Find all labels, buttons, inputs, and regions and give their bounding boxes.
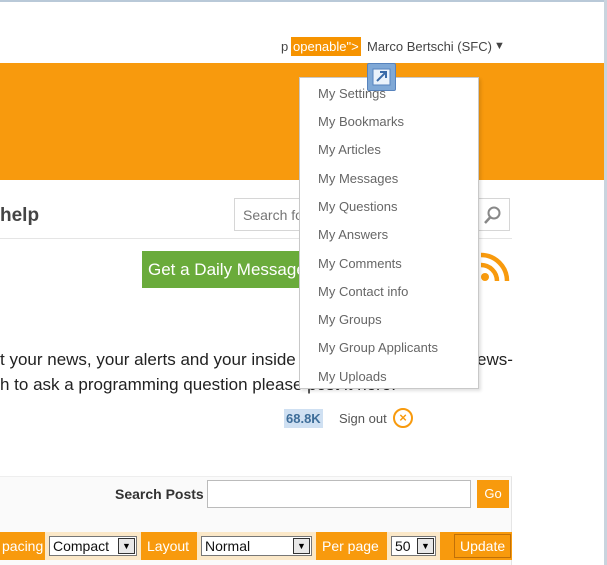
go-button[interactable]: Go <box>477 480 509 508</box>
layout-select[interactable]: Normal ▼ <box>201 536 312 556</box>
per-page-select-value: 50 <box>395 538 411 554</box>
member-name-link[interactable]: Marco Bertschi (SFC) <box>367 39 492 54</box>
rss-icon[interactable] <box>479 251 511 283</box>
member-dropdown-menu: My Settings My Bookmarks My Articles My … <box>299 77 479 389</box>
menu-item-articles[interactable]: My Articles <box>318 142 381 157</box>
spacing-select-value: Compact <box>53 538 110 554</box>
layout-select-value: Normal <box>205 538 251 554</box>
search-posts-label: Search Posts <box>115 486 204 502</box>
spacing-select[interactable]: Compact ▼ <box>49 536 137 556</box>
per-page-select[interactable]: 50 ▼ <box>391 536 436 556</box>
spacing-label: pacing <box>0 532 45 560</box>
reputation-badge[interactable]: 68.8K <box>284 409 323 428</box>
spacing-select-wrap: Compact ▼ <box>45 532 141 560</box>
chevron-down-icon: ▼ <box>417 538 434 554</box>
chevron-down-icon: ▼ <box>118 538 135 554</box>
close-icon[interactable]: × <box>393 408 413 428</box>
menu-item-questions[interactable]: My Questions <box>318 199 397 214</box>
menu-item-groups[interactable]: My Groups <box>318 312 382 327</box>
intro-text-line: t your news, your alerts and your inside <box>0 350 296 369</box>
member-highlight-snippet: openable"> <box>291 37 361 56</box>
search-posts-input[interactable] <box>207 480 471 508</box>
update-button[interactable]: Update <box>454 534 512 558</box>
search-icon <box>484 206 501 224</box>
menu-item-comments[interactable]: My Comments <box>318 256 402 271</box>
signout-link[interactable]: Sign out <box>339 411 387 426</box>
menu-item-answers[interactable]: My Answers <box>318 227 388 242</box>
layout-select-wrap: Normal ▼ <box>197 532 316 560</box>
menu-item-uploads[interactable]: My Uploads <box>318 369 387 384</box>
per-page-select-wrap: 50 ▼ <box>387 532 440 560</box>
page-title: help <box>0 205 40 226</box>
chevron-down-icon: ▼ <box>293 538 310 554</box>
daily-message-button[interactable]: Get a Daily Message <box>142 251 307 288</box>
member-prefix-text: p <box>281 39 289 54</box>
window-frame-top <box>0 0 607 2</box>
popout-icon[interactable] <box>367 63 396 91</box>
menu-item-contact-info[interactable]: My Contact info <box>318 284 408 299</box>
search-button[interactable] <box>478 198 510 231</box>
layout-label: Layout <box>141 532 197 560</box>
per-page-label: Per page <box>316 532 387 560</box>
menu-item-messages[interactable]: My Messages <box>318 171 398 186</box>
menu-item-bookmarks[interactable]: My Bookmarks <box>318 114 404 129</box>
posts-options-toolbar: pacing Compact ▼ Layout Normal ▼ Per pag… <box>0 532 512 560</box>
menu-item-group-applicants[interactable]: My Group Applicants <box>318 340 438 355</box>
chevron-down-icon[interactable]: ▼ <box>494 40 505 52</box>
intro-text-line-tail: ews- <box>477 350 513 369</box>
